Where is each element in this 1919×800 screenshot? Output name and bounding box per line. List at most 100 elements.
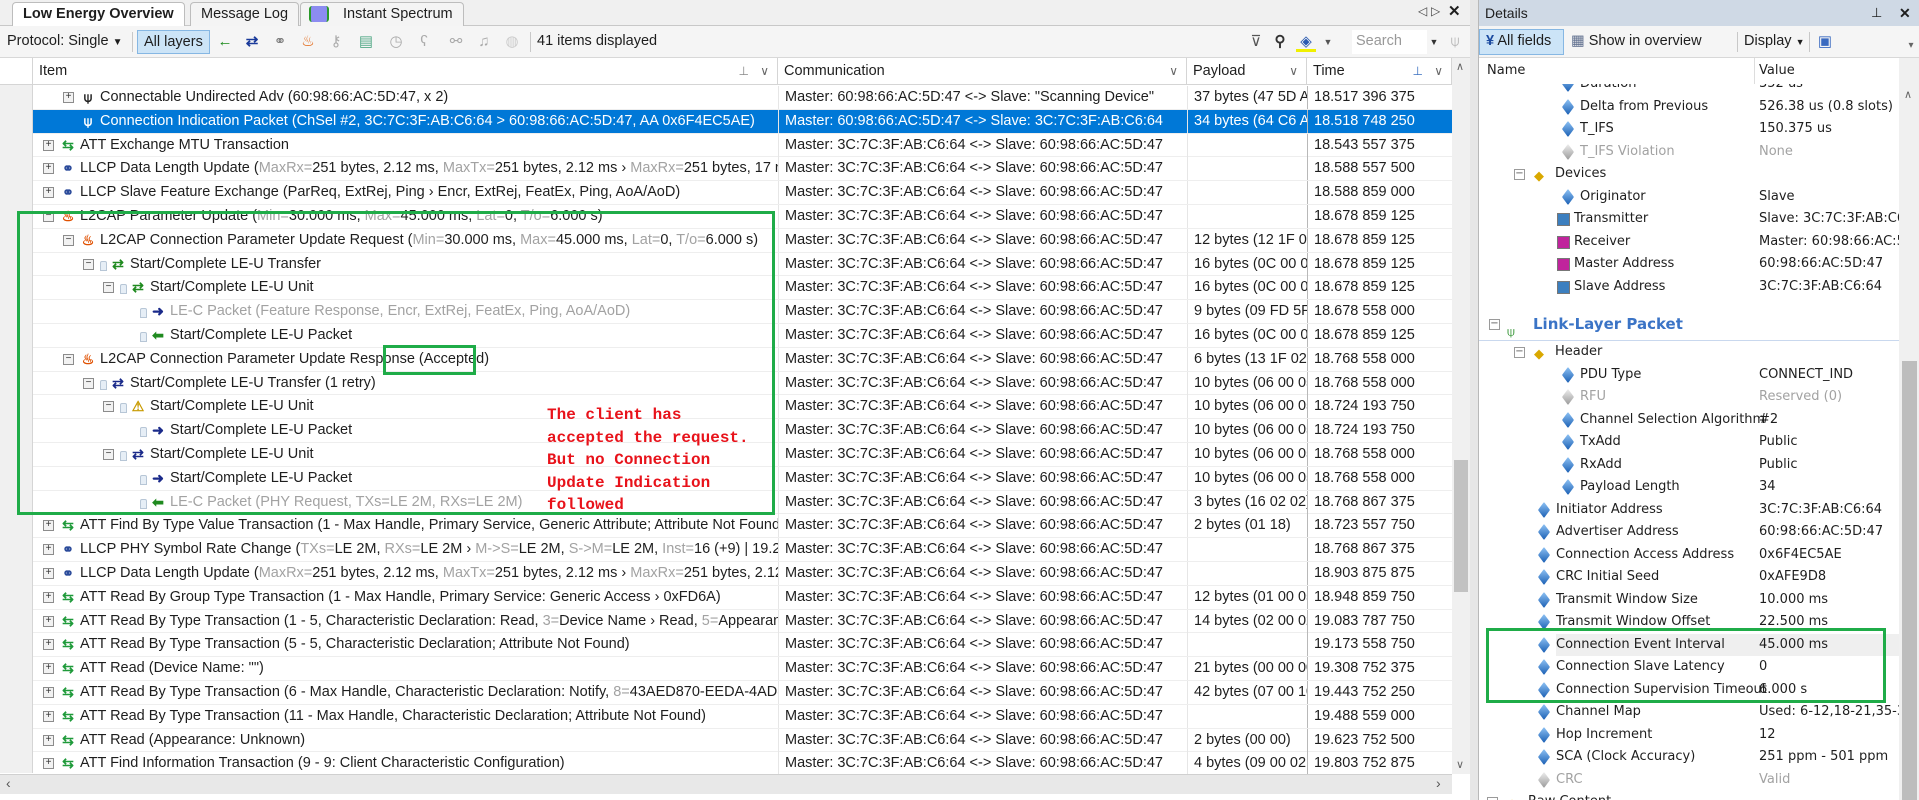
table-row[interactable]: + ⇆ ATT Read (Appearance: Unknown) Master: …: [33, 728, 1452, 753]
clock-icon[interactable]: ◷: [386, 32, 406, 52]
vertical-scrollbar[interactable]: ∧ ∨: [1452, 58, 1470, 774]
details-row[interactable]: − ◆ Header: [1479, 341, 1899, 364]
chevron-down-icon[interactable]: ∨: [1169, 58, 1178, 84]
l2cap-icon[interactable]: ♨: [298, 32, 318, 52]
details-row[interactable]: SCA (Clock Accuracy) 251 ppm - 501 ppm: [1479, 746, 1899, 769]
chevron-down-icon[interactable]: ∨: [1289, 58, 1298, 84]
search-icon[interactable]: ⚲: [1270, 32, 1290, 52]
details-row[interactable]: T_IFS Violation None: [1479, 141, 1899, 164]
column-header-name[interactable]: Name: [1487, 58, 1525, 84]
expand-icon[interactable]: +: [43, 163, 54, 175]
close-icon[interactable]: ✕: [1899, 0, 1911, 26]
table-row[interactable]: + ⇆ ATT Find By Type Value Transaction (1 …: [33, 514, 1452, 539]
table-row[interactable]: + ⇆ ATT Exchange MTU Transaction Master: 3C…: [33, 133, 1452, 158]
table-row[interactable]: + ⍦ Connectable Undirected Adv (60:98:66:A…: [33, 86, 1452, 110]
expand-icon[interactable]: +: [43, 758, 54, 770]
protocol-dropdown[interactable]: Protocol: Single ▼: [7, 30, 123, 54]
table-row[interactable]: + ⇆ ATT Read By Group Type Transaction (1 …: [33, 585, 1452, 610]
pin-icon[interactable]: ⊥: [1413, 58, 1423, 84]
expand-icon[interactable]: +: [43, 139, 54, 151]
details-row[interactable]: RxAdd Public: [1479, 454, 1899, 477]
table-row[interactable]: ⍦ Connection Indication Packet (ChSel #2,…: [33, 109, 1452, 134]
details-vertical-scrollbar[interactable]: ∧: [1899, 58, 1919, 800]
highlight-icon[interactable]: ◈: [1296, 32, 1316, 52]
column-header-value[interactable]: Value: [1759, 58, 1795, 84]
expand-icon[interactable]: +: [43, 687, 54, 698]
details-row[interactable]: TxAdd Public: [1479, 431, 1899, 454]
scroll-tabs-left-icon[interactable]: ◁: [1418, 4, 1427, 18]
details-row[interactable]: Originator Slave: [1479, 186, 1899, 209]
collapse-icon[interactable]: −: [1514, 347, 1525, 358]
document-icon[interactable]: ▤: [356, 32, 376, 52]
chevron-down-icon[interactable]: ▼: [1318, 32, 1338, 52]
expand-icon[interactable]: +: [43, 568, 54, 579]
arrow-left-icon[interactable]: ←: [215, 32, 235, 52]
expand-icon[interactable]: +: [43, 710, 54, 722]
expand-icon[interactable]: +: [43, 591, 54, 603]
column-header-payload[interactable]: Payload ∨: [1187, 58, 1307, 85]
details-row[interactable]: Channel Map Used: 6-12,18-21,35-3: [1479, 701, 1899, 724]
details-row[interactable]: Initiator Address 3C:7C:3F:AB:C6:64: [1479, 499, 1899, 522]
overflow-icon[interactable]: ▾: [1901, 36, 1919, 56]
export-icon[interactable]: ▣: [1815, 32, 1835, 52]
collapse-icon[interactable]: −: [1489, 319, 1500, 330]
column-header-time[interactable]: Time ⊥ ∨: [1307, 58, 1452, 85]
table-row[interactable]: + ⇆ ATT Read (Device Name: "") Master: 3C:7…: [33, 657, 1452, 681]
scroll-left-icon[interactable]: ‹: [6, 775, 11, 791]
details-row[interactable]: Slave Address 3C:7C:3F:AB:C6:64: [1479, 276, 1899, 299]
details-row[interactable]: CRC Initial Seed 0xAFE9D8: [1479, 566, 1899, 589]
expand-icon[interactable]: +: [43, 615, 54, 627]
details-row[interactable]: Transmit Window Size 10.000 ms: [1479, 589, 1899, 612]
table-row[interactable]: + ⚭ LLCP Data Length Update (MaxRx=251 byt…: [33, 157, 1452, 182]
details-row[interactable]: − ⍦ Link-Layer Packet: [1479, 308, 1899, 341]
details-row[interactable]: Duration 352 us: [1479, 84, 1899, 96]
details-row[interactable]: Payload Length 34: [1479, 476, 1899, 499]
scroll-right-icon[interactable]: ›: [1436, 775, 1441, 791]
scroll-up-icon[interactable]: ∧: [1456, 60, 1464, 73]
filter-icon[interactable]: ⊽: [1246, 32, 1266, 52]
table-row[interactable]: + ⇆ ATT Read By Type Transaction (5 - 5, C…: [33, 633, 1452, 658]
antenna-icon[interactable]: ⍦: [1445, 32, 1465, 52]
expand-icon[interactable]: +: [63, 92, 74, 103]
column-header-communication[interactable]: Communication ∨: [778, 58, 1187, 85]
expand-icon[interactable]: +: [43, 734, 54, 746]
horizontal-scrollbar[interactable]: ‹ ›: [0, 774, 1452, 794]
details-row[interactable]: RFU Reserved (0): [1479, 386, 1899, 409]
globe-icon[interactable]: ◍: [502, 32, 522, 52]
tab-message-log[interactable]: Message Log: [190, 2, 300, 26]
chevron-down-icon[interactable]: ∨: [760, 58, 769, 84]
details-row[interactable]: Transmitter Slave: 3C:7C:3F:AB:C6:64: [1479, 208, 1899, 231]
swap-icon[interactable]: ⇄: [242, 32, 262, 52]
details-row[interactable]: Master Address 60:98:66:AC:5D:47: [1479, 253, 1899, 276]
details-row[interactable]: Hop Increment 12: [1479, 724, 1899, 747]
expand-icon[interactable]: +: [43, 544, 54, 556]
key-icon[interactable]: ⚷: [326, 32, 346, 52]
tab-instant-spectrum[interactable]: Instant Spectrum: [300, 2, 464, 26]
search-dropdown-icon[interactable]: ▼: [1424, 32, 1444, 52]
column-header-item[interactable]: Item ⊥ ∨: [33, 58, 778, 85]
scroll-down-icon[interactable]: ∨: [1456, 758, 1464, 771]
all-fields-button[interactable]: ¥ All fields: [1479, 29, 1564, 55]
details-row[interactable]: CRC Valid: [1479, 769, 1899, 792]
display-dropdown[interactable]: Display ▼: [1744, 30, 1805, 54]
ear-icon[interactable]: ʕ: [414, 32, 434, 52]
table-row[interactable]: + ⚭ LLCP Slave Feature Exchange (ParReq, E…: [33, 181, 1452, 205]
table-row[interactable]: + ⇆ ATT Read By Type Transaction (6 - Max …: [33, 681, 1452, 705]
network-icon[interactable]: ⚯: [446, 32, 466, 52]
close-icon[interactable]: ✕: [1448, 2, 1461, 20]
scrollbar-thumb[interactable]: [1902, 361, 1917, 800]
scroll-tabs-right-icon[interactable]: ▷: [1431, 4, 1440, 18]
table-row[interactable]: + ⚭ LLCP PHY Symbol Rate Change (TXs=LE 2M…: [33, 538, 1452, 562]
expand-icon[interactable]: +: [43, 639, 54, 651]
tab-low-energy-overview[interactable]: Low Energy Overview: [12, 2, 185, 27]
music-icon[interactable]: ♫: [474, 32, 494, 52]
expand-icon[interactable]: +: [43, 187, 54, 199]
collapse-icon[interactable]: −: [1514, 169, 1525, 180]
table-row[interactable]: + ⇆ ATT Find Information Transaction (9 - …: [33, 752, 1452, 774]
expand-icon[interactable]: +: [43, 663, 54, 675]
details-row[interactable]: Advertiser Address 60:98:66:AC:5D:47: [1479, 521, 1899, 544]
details-row[interactable]: Delta from Previous 526.38 us (0.8 slots): [1479, 96, 1899, 119]
details-row[interactable]: − ◆ Devices: [1479, 163, 1899, 186]
search-input[interactable]: Search: [1352, 30, 1427, 54]
expand-icon[interactable]: +: [43, 520, 54, 532]
